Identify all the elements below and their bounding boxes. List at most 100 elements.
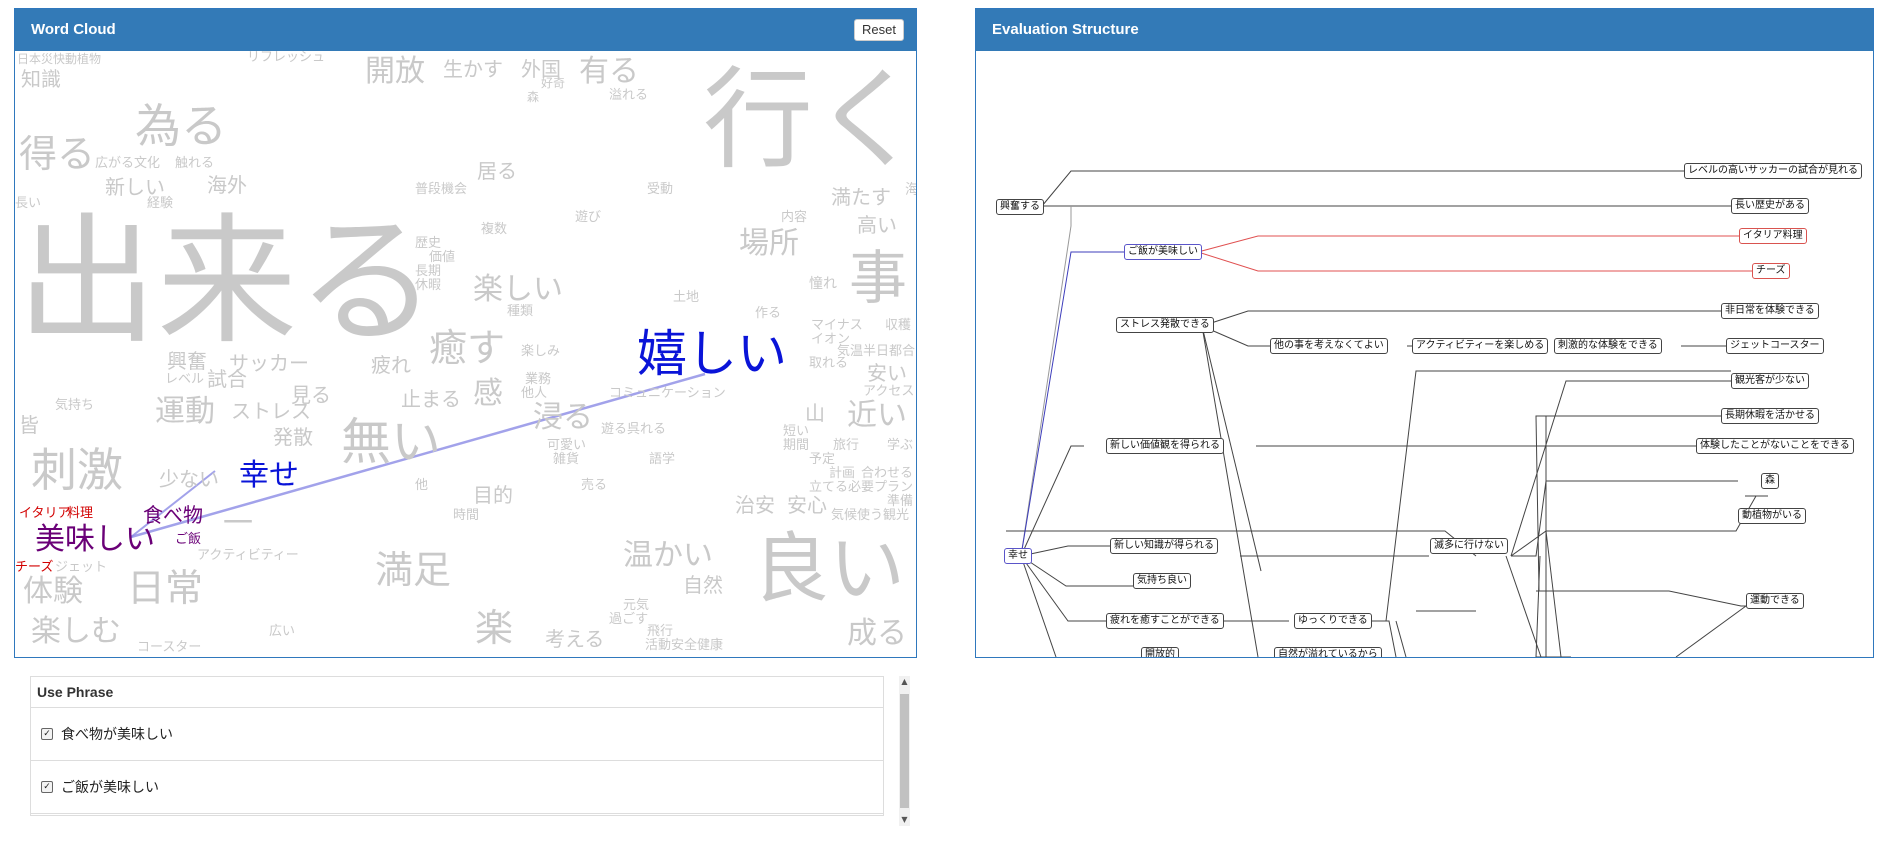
cloud-word[interactable]: 幸せ — [239, 461, 299, 491]
cloud-word[interactable]: 森 — [527, 91, 539, 103]
cloud-word[interactable]: 感 — [473, 379, 503, 409]
cloud-word[interactable]: 遊び — [575, 211, 601, 224]
cloud-word[interactable]: 種類 — [507, 305, 533, 318]
graph-node[interactable]: 滅多に行けない — [1430, 538, 1508, 554]
cloud-word[interactable]: 元気 — [623, 599, 649, 612]
graph-node[interactable]: レベルの高いサッカーの試合が見れる — [1684, 163, 1862, 179]
cloud-word[interactable]: チーズ — [15, 561, 53, 574]
cloud-word[interactable]: 楽しむ — [31, 617, 121, 647]
cloud-word[interactable]: 活動安全健康 — [645, 639, 723, 652]
graph-node[interactable]: 観光客が少ない — [1731, 373, 1809, 389]
graph-node[interactable]: ご飯が美味しい — [1124, 244, 1202, 260]
cloud-word[interactable]: 時間 — [453, 509, 479, 522]
graph-node[interactable]: 新しい知識が得られる — [1110, 538, 1218, 554]
cloud-word[interactable]: 癒す — [429, 329, 505, 367]
cloud-word[interactable]: 料理 — [67, 507, 93, 520]
cloud-word[interactable]: 有る — [579, 57, 639, 87]
graph-node[interactable]: ストレス発散できる — [1116, 317, 1214, 333]
cloud-word[interactable]: 知識 — [21, 69, 61, 89]
cloud-word[interactable]: 楽しい — [473, 275, 563, 305]
cloud-word[interactable]: リフレッシュ — [247, 51, 325, 64]
phrase-scrollbar[interactable]: ▲ ▼ — [899, 676, 910, 826]
cloud-word[interactable]: 新しい — [105, 177, 165, 197]
cloud-word[interactable]: 満足 — [375, 551, 451, 589]
cloud-word[interactable]: 普段機会 — [415, 183, 467, 196]
graph-node[interactable]: 気持ち良い — [1133, 573, 1191, 589]
cloud-word[interactable]: 一 — [223, 509, 253, 539]
cloud-word[interactable]: ご飯 — [175, 533, 201, 546]
cloud-word[interactable]: 気候使う観光 — [831, 509, 909, 522]
graph-node[interactable]: ゆっくりできる — [1294, 613, 1372, 629]
cloud-word[interactable]: 土地 — [673, 291, 699, 304]
phrase-checkbox[interactable]: ✓ — [41, 781, 53, 793]
cloud-word[interactable]: 日本災快動植物 — [17, 53, 101, 65]
cloud-word[interactable]: 休暇 — [415, 279, 441, 292]
cloud-word[interactable]: 少ない — [159, 469, 219, 489]
cloud-word[interactable]: 場所 — [739, 229, 799, 259]
cloud-word[interactable]: 発散 — [273, 427, 313, 447]
graph-node[interactable]: ジェットコースター — [1726, 338, 1824, 354]
graph-node[interactable]: 運動できる — [1746, 593, 1804, 609]
cloud-word[interactable]: 予定 — [809, 453, 835, 466]
cloud-word[interactable]: 業務 — [525, 373, 551, 386]
graph-node[interactable]: 他の事を考えなくてよい — [1270, 338, 1388, 354]
cloud-word[interactable]: 刺激 — [31, 447, 123, 493]
cloud-word[interactable]: 嬉しい — [637, 329, 787, 379]
cloud-word[interactable]: 考える — [545, 629, 604, 649]
graph-node[interactable]: アクティビティーを楽しめる — [1412, 338, 1549, 354]
cloud-word[interactable]: 無い — [341, 417, 441, 467]
cloud-word[interactable]: レベル — [165, 373, 204, 386]
cloud-word[interactable]: 満たす — [831, 187, 891, 207]
cloud-word[interactable]: 短い — [783, 425, 809, 438]
cloud-word[interactable]: 楽 — [475, 609, 513, 647]
cloud-word[interactable]: 美味しい — [35, 525, 155, 555]
cloud-word[interactable]: 価値 — [429, 251, 455, 264]
phrase-row[interactable]: ✓ 食べ物が美味しい — [31, 708, 883, 761]
graph-node[interactable]: 新しい価値観を得られる — [1106, 438, 1224, 454]
cloud-word[interactable]: 成る — [847, 619, 907, 649]
cloud-word[interactable]: 受動 — [647, 183, 673, 196]
cloud-word[interactable]: 為る — [135, 103, 227, 149]
cloud-word[interactable]: 雑貨 — [553, 453, 579, 466]
cloud-word[interactable]: 楽しみ — [521, 345, 560, 358]
scroll-down-arrow-icon[interactable]: ▼ — [899, 814, 910, 826]
graph-node[interactable]: 森 — [1761, 473, 1779, 489]
cloud-word[interactable]: 疲れ — [371, 355, 411, 375]
graph-node[interactable]: 長い歴史がある — [1731, 198, 1809, 214]
graph-node[interactable]: 幸せ — [1004, 548, 1032, 564]
cloud-word[interactable]: 近い — [847, 401, 907, 431]
cloud-word[interactable]: 遊る呉れる — [601, 423, 666, 436]
cloud-word[interactable]: コースター — [137, 641, 201, 654]
cloud-word[interactable]: 期間 — [783, 439, 809, 452]
cloud-word[interactable]: 生かす — [443, 59, 503, 79]
graph-node[interactable]: 開放的 — [1141, 647, 1179, 657]
cloud-word[interactable]: 安い — [867, 363, 907, 383]
cloud-word[interactable]: 良い — [753, 531, 905, 607]
cloud-word[interactable]: 旅行 — [833, 439, 859, 452]
cloud-word[interactable]: 行く — [703, 65, 916, 175]
phrase-checkbox[interactable]: ✓ — [41, 728, 53, 740]
cloud-word[interactable]: 収穫 — [885, 319, 911, 332]
cloud-word[interactable]: マイナス — [811, 319, 863, 332]
cloud-word[interactable]: 山 — [805, 403, 825, 423]
cloud-word[interactable]: コミュニケーション — [609, 387, 726, 400]
graph-node[interactable]: 体験したことがないことをできる — [1696, 438, 1854, 454]
cloud-word[interactable]: 運動 — [155, 397, 215, 427]
cloud-word[interactable]: 合わせる — [861, 467, 913, 480]
cloud-word[interactable]: 気持ち — [55, 399, 94, 412]
cloud-word[interactable]: アクセス — [863, 385, 914, 398]
graph-node[interactable]: 疲れを癒すことができる — [1106, 613, 1224, 629]
graph-node[interactable]: 非日常を体験できる — [1721, 303, 1819, 319]
cloud-word[interactable]: 日常 — [127, 569, 203, 607]
cloud-word[interactable]: 他人 — [521, 387, 547, 400]
cloud-word[interactable]: 歴史 — [415, 237, 441, 250]
cloud-word[interactable]: 興奮 — [167, 351, 207, 371]
cloud-word[interactable]: 語学 — [649, 453, 675, 466]
cloud-word[interactable]: 体験 — [23, 577, 83, 607]
cloud-word[interactable]: 憧れ — [809, 277, 837, 291]
graph-node[interactable]: 長期休暇を活かせる — [1721, 408, 1819, 424]
cloud-word[interactable]: 止まる — [401, 389, 461, 409]
graph-node[interactable]: チーズ — [1752, 263, 1790, 279]
cloud-word[interactable]: ストレス — [231, 401, 311, 421]
cloud-word[interactable]: アクティビティー — [197, 549, 299, 562]
